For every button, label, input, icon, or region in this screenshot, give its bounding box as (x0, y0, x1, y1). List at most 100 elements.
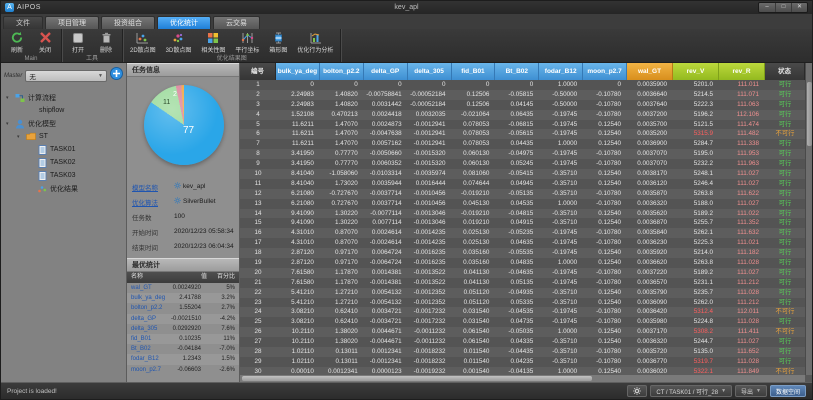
stats-factor-link[interactable]: fid_B01 (131, 334, 171, 344)
tab-4[interactable]: 优化统计 (157, 16, 211, 29)
column-header-rev-v[interactable]: rev_V (673, 63, 719, 80)
column-header-bulk-ya-deg[interactable]: bulk_ya_deg (276, 63, 320, 80)
table-row[interactable]: 174.310100.87070-0.0024614-0.00142350.02… (240, 238, 805, 248)
table-row[interactable]: 511.62111.470700.0024873-0.00129410.0780… (240, 120, 805, 130)
table-row[interactable]: 253.082100.62410-0.0034721-0.00172320.03… (240, 317, 805, 327)
table-row[interactable]: 108.41040-1.058060-0.0103314-0.00359740.… (240, 169, 805, 179)
stats-row[interactable]: fid_B010.1023511% (127, 334, 239, 344)
table-row[interactable]: 22.249831.40820-0.00758841-0.000521840.1… (240, 90, 805, 100)
stats-factor-link[interactable]: wal_GT (131, 283, 171, 293)
table-row[interactable]: 291.021100.13011-0.0012341-0.00182320.01… (240, 357, 805, 367)
table-row[interactable]: 93.419500.777700.0060352-0.00153200.0601… (240, 159, 805, 169)
tree-expander-icon[interactable]: ▾ (6, 121, 12, 127)
tab-2[interactable]: 项目管理 (45, 16, 99, 29)
column-header-delta-305[interactable]: delta_305 (408, 63, 452, 80)
ribbon-button[interactable]: 3D散点图 (162, 30, 196, 55)
tab-5[interactable]: 云交易 (213, 16, 260, 29)
table-row[interactable]: 235.412101.27210-0.0054132-0.00123520.05… (240, 298, 805, 308)
stats-row[interactable]: wal_GT0.00249205% (127, 283, 239, 293)
stats-row[interactable]: Bt_B02-0.04184-7.0% (127, 344, 239, 354)
stats-column-header[interactable]: 百分比 (207, 272, 235, 283)
tree-item--[interactable]: ▾计算流程 (4, 91, 123, 104)
table-row[interactable]: 136.210800.7276700.0037714-0.00104560.04… (240, 199, 805, 209)
tree-item--[interactable]: ▾优化模型 (4, 117, 123, 130)
export-button[interactable]: 导出 ▼ (735, 385, 767, 397)
table-row[interactable]: 149.410901.30220-0.0077114-0.0013046-0.0… (240, 209, 805, 219)
table-row[interactable]: 41.521080.4702130.00244180.0032035-0.021… (240, 110, 805, 120)
column-header-rev-r[interactable]: rev_R (719, 63, 765, 80)
column-header--[interactable]: 状态 (765, 63, 805, 80)
column-header-bolton-p2-2[interactable]: bolton_p2.2 (320, 63, 364, 80)
table-row[interactable]: 711.62111.470700.0057162-0.00129410.0780… (240, 139, 805, 149)
table-row[interactable]: 2710.21101.38020-0.0044671-0.00112320.06… (240, 337, 805, 347)
stats-row[interactable]: fodar_B121.23431.5% (127, 354, 239, 364)
ribbon-button[interactable]: 平行坐标 (231, 30, 263, 55)
table-row[interactable]: 118.410401.730200.00359440.00164440.0746… (240, 179, 805, 189)
tab-3[interactable]: 投资组合 (101, 16, 155, 29)
column-header-delta-gp[interactable]: delta_GP (364, 63, 408, 80)
stats-factor-link[interactable]: bulk_ya_deg (131, 293, 171, 303)
table-row[interactable]: 217.615801.17870-0.0014381-0.00135220.04… (240, 278, 805, 288)
table-row[interactable]: 611.62111.47070-0.0047638-0.00129410.078… (240, 129, 805, 139)
filter-select[interactable]: 无 ▼ (25, 70, 107, 82)
stats-factor-link[interactable]: delta_GP (131, 314, 171, 324)
stats-row[interactable]: delta_GP-0.0021510-4.2% (127, 314, 239, 324)
stats-factor-link[interactable]: fodar_B12 (131, 354, 171, 364)
stats-factor-link[interactable]: bolton_p2.2 (131, 303, 171, 313)
data-space-button[interactable]: 数据空间 (770, 385, 806, 397)
vertical-scrollbar[interactable] (805, 63, 812, 375)
ribbon-button[interactable]: 刷新 (4, 30, 30, 55)
ribbon-button[interactable]: 2D散点图 (126, 30, 160, 55)
minimize-button[interactable]: – (759, 3, 775, 12)
add-button[interactable] (110, 67, 123, 85)
table-row[interactable]: 192.871200.97170-0.0064724-0.00162350.03… (240, 258, 805, 268)
stats-row[interactable]: moon_p2.7-0.06603-2.6% (127, 365, 239, 375)
settings-button[interactable] (627, 385, 647, 397)
stats-row[interactable]: bulk_ya_deg2.417883.2% (127, 293, 239, 303)
table-row[interactable]: 10000001.000000.00359005201.0111.011可行 (240, 80, 805, 90)
ribbon-button[interactable]: 相关性图 (197, 30, 229, 55)
table-row[interactable]: 159.410901.302200.0077114-0.00130460.019… (240, 218, 805, 228)
column-header-wal-gt[interactable]: wal_GT (627, 63, 673, 80)
task-field-label[interactable]: 优化算法 (132, 197, 174, 207)
column-header-fid-b01[interactable]: fid_B01 (452, 63, 496, 80)
table-row[interactable]: 243.082100.624100.0034721-0.00172320.031… (240, 307, 805, 317)
table-row[interactable]: 126.21080-0.727670-0.0037714-0.0010456-0… (240, 189, 805, 199)
ribbon-button[interactable]: 关闭 (32, 30, 58, 55)
table-row[interactable]: 225.412101.272100.0054132-0.00123520.051… (240, 288, 805, 298)
table-row[interactable]: 164.310100.870700.0024614-0.00142350.025… (240, 228, 805, 238)
table-row[interactable]: 207.615801.178700.0014381-0.00135220.041… (240, 268, 805, 278)
column-header-moon-p2-7[interactable]: moon_p2.7 (583, 63, 627, 80)
stats-factor-link[interactable]: moon_p2.7 (131, 365, 171, 375)
stats-factor-link[interactable]: Bt_B02 (131, 344, 171, 354)
table-row[interactable]: 182.871200.971700.0064724-0.00162350.035… (240, 248, 805, 258)
stats-column-header[interactable]: 名称 (131, 272, 171, 283)
table-row[interactable]: 83.419500.77770-0.0050660-0.00153200.060… (240, 149, 805, 159)
column-header-fodar-b12[interactable]: fodar_B12 (539, 63, 583, 80)
table-row[interactable]: 32.249831.408200.0031442-0.000521840.125… (240, 100, 805, 110)
column-header-bt-b02[interactable]: Bt_B02 (495, 63, 539, 80)
ribbon-button[interactable]: 箱形图 (265, 30, 291, 55)
vertical-scrollbar-thumb[interactable] (807, 82, 812, 146)
tab-1[interactable]: 文件 (3, 16, 43, 29)
ribbon-button[interactable]: 删除 (93, 30, 119, 55)
tree-item-task01[interactable]: TASK01 (4, 143, 123, 156)
ribbon-button[interactable]: 打开 (65, 30, 91, 55)
horizontal-scrollbar-thumb[interactable] (242, 376, 592, 381)
stats-row[interactable]: bolton_p2.21.552042.7% (127, 303, 239, 313)
tree-item-task02[interactable]: TASK02 (4, 156, 123, 169)
tree-item--[interactable]: 优化结果 (4, 182, 123, 195)
maximize-button[interactable]: □ (775, 3, 791, 12)
stats-row[interactable]: delta_3050.02929207.6% (127, 324, 239, 334)
column-header--[interactable]: 编号 (240, 63, 276, 80)
stats-factor-link[interactable]: delta_305 (131, 324, 171, 334)
tree-item-st[interactable]: ▾ST (4, 130, 123, 143)
result-breadcrumb-button[interactable]: CT / TASK01 / 可行_28 ▼ (650, 385, 732, 397)
table-row[interactable]: 300.000100.00123410.0000123-0.00192320.0… (240, 367, 805, 375)
tree-expander-icon[interactable]: ▾ (6, 95, 12, 101)
close-button[interactable]: ✕ (791, 3, 807, 12)
ribbon-button[interactable]: 优化行为分析 (293, 30, 337, 55)
tree-item-shipflow[interactable]: shipflow (4, 104, 123, 117)
tree-item-task03[interactable]: TASK03 (4, 169, 123, 182)
table-row[interactable]: 281.021100.130110.0012341-0.00182320.011… (240, 347, 805, 357)
